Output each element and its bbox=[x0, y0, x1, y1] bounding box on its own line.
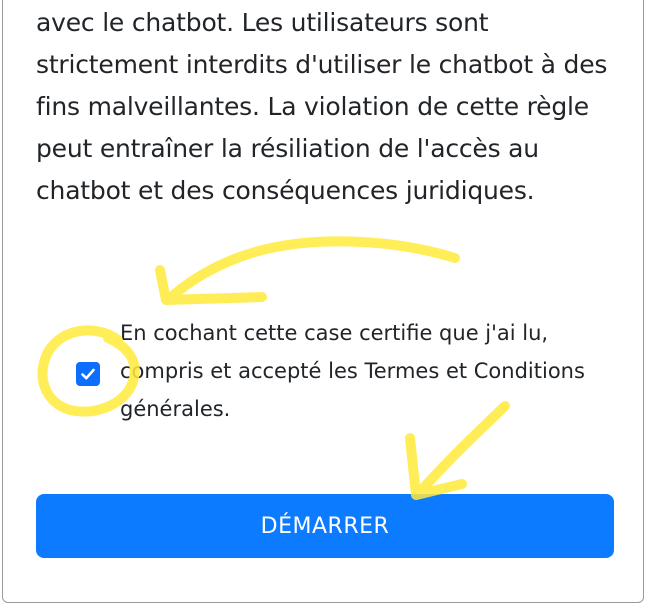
consent-label[interactable]: En cochant cette case certifie que j'ai … bbox=[120, 314, 600, 428]
consent-row: En cochant cette case certifie que j'ai … bbox=[70, 314, 600, 434]
consent-checkbox[interactable] bbox=[76, 362, 100, 386]
terms-paragraph: avec le chatbot. Les utilisateurs sont s… bbox=[36, 8, 608, 205]
start-button[interactable]: DÉMARRER bbox=[36, 494, 614, 558]
terms-screen: avec le chatbot. Les utilisateurs sont s… bbox=[0, 0, 650, 610]
check-icon bbox=[81, 368, 95, 380]
